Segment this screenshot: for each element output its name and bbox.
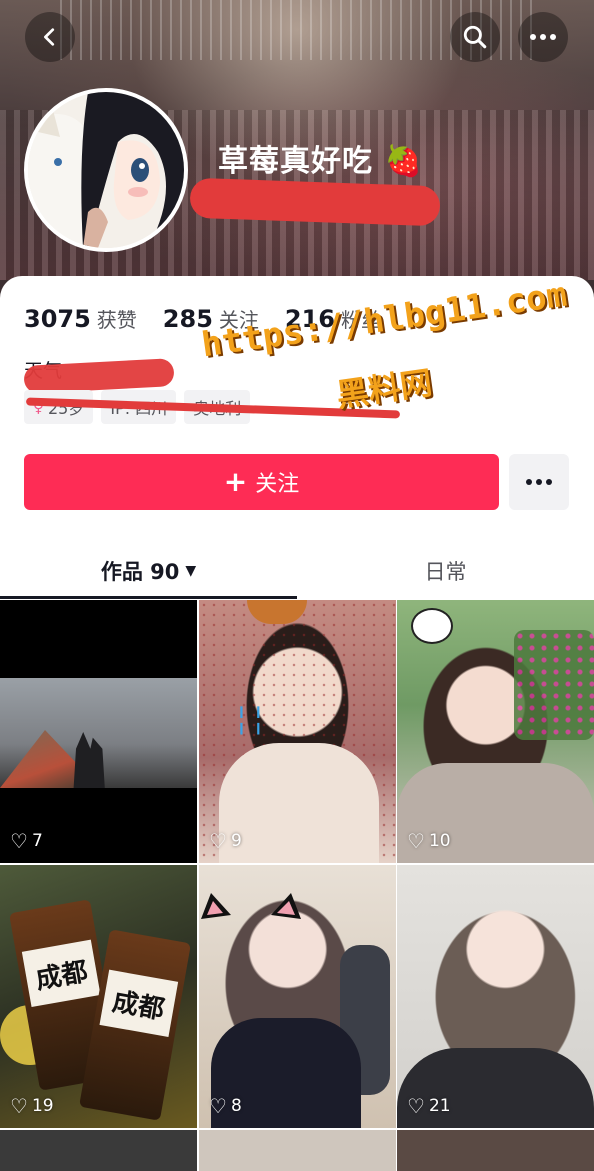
tab-daily[interactable]: 日常 xyxy=(297,546,594,596)
more-options-button[interactable] xyxy=(518,12,568,62)
cat-ears-sticker xyxy=(201,893,301,919)
like-count-text: 19 xyxy=(31,1096,54,1116)
thumbnail-image xyxy=(514,630,594,740)
heart-icon: ♡ xyxy=(407,1094,425,1118)
like-count: ♡ 9 xyxy=(209,829,242,853)
video-thumbnail[interactable]: 成都 成都 ♡ 19 xyxy=(0,865,197,1128)
like-count: ♡ 19 xyxy=(10,1094,54,1118)
follow-label: 关注 xyxy=(255,472,300,497)
search-icon xyxy=(463,25,487,49)
heart-icon: ♡ xyxy=(209,829,227,853)
like-count-text: 10 xyxy=(428,831,451,851)
video-thumbnail[interactable]: ♡ 8 xyxy=(199,865,396,1128)
back-button[interactable] xyxy=(25,12,75,62)
avatar[interactable] xyxy=(24,88,188,252)
video-thumbnail[interactable] xyxy=(199,1130,396,1171)
profile-nickname: 草莓真好吃 🍓 xyxy=(218,136,423,180)
heart-icon: ♡ xyxy=(407,829,425,853)
video-grid-row-partial xyxy=(0,1130,594,1171)
like-count-text: 8 xyxy=(230,1096,242,1116)
follow-button[interactable]: + 关注 xyxy=(24,454,499,510)
video-thumbnail[interactable] xyxy=(0,1130,197,1171)
video-thumbnail[interactable]: ╎╎ ♡ 9 xyxy=(199,600,396,863)
watermark-name: 黑料网 xyxy=(334,363,435,415)
stat-value: 3075 xyxy=(24,305,91,333)
like-count: ♡ 10 xyxy=(407,829,451,853)
video-thumbnail[interactable] xyxy=(397,1130,594,1171)
like-count: ♡ 8 xyxy=(209,1094,242,1118)
like-count-text: 7 xyxy=(31,831,43,851)
thumbnail-image xyxy=(219,743,379,863)
watermark-url: https://hlbg11.com xyxy=(199,274,570,366)
nickname-text: 草莓真好吃 xyxy=(218,144,373,179)
stat-label: 获赞 xyxy=(96,308,137,332)
strawberry-icon: 🍓 xyxy=(384,144,423,179)
like-count-text: 9 xyxy=(230,831,242,851)
heart-icon: ♡ xyxy=(10,829,28,853)
more-dots-icon xyxy=(526,479,552,485)
heart-icon: ♡ xyxy=(209,1094,227,1118)
plus-icon: + xyxy=(223,465,248,498)
heart-icon: ♡ xyxy=(10,1094,28,1118)
like-count-text: 21 xyxy=(428,1096,451,1116)
cup-label: 成都 xyxy=(21,939,101,1007)
tab-indicator xyxy=(0,596,297,599)
search-button[interactable] xyxy=(450,12,500,62)
profile-tabs: 作品 90 ▼ 日常 xyxy=(0,546,594,602)
chevron-left-icon xyxy=(44,28,55,46)
tab-works[interactable]: 作品 90 ▼ xyxy=(0,546,297,596)
crying-sticker: ╎╎ xyxy=(233,704,267,737)
more-dots-icon xyxy=(530,34,556,40)
more-actions-button[interactable] xyxy=(509,454,569,510)
stat-likes[interactable]: 3075 获赞 xyxy=(24,304,137,333)
like-count: ♡ 7 xyxy=(10,829,43,853)
caret-down-icon[interactable]: ▼ xyxy=(185,563,196,579)
avatar-illustration xyxy=(28,92,184,248)
tab-works-label: 作品 90 xyxy=(100,560,180,584)
video-thumbnail[interactable]: ♡ 21 xyxy=(397,865,594,1128)
video-thumbnail[interactable]: ♡ 7 xyxy=(0,600,197,863)
tab-daily-label: 日常 xyxy=(424,560,467,584)
dog-sticker xyxy=(411,608,453,644)
cup-label: 成都 xyxy=(99,969,179,1037)
video-thumbnail[interactable]: ♡ 10 xyxy=(397,600,594,863)
like-count: ♡ 21 xyxy=(407,1094,451,1118)
